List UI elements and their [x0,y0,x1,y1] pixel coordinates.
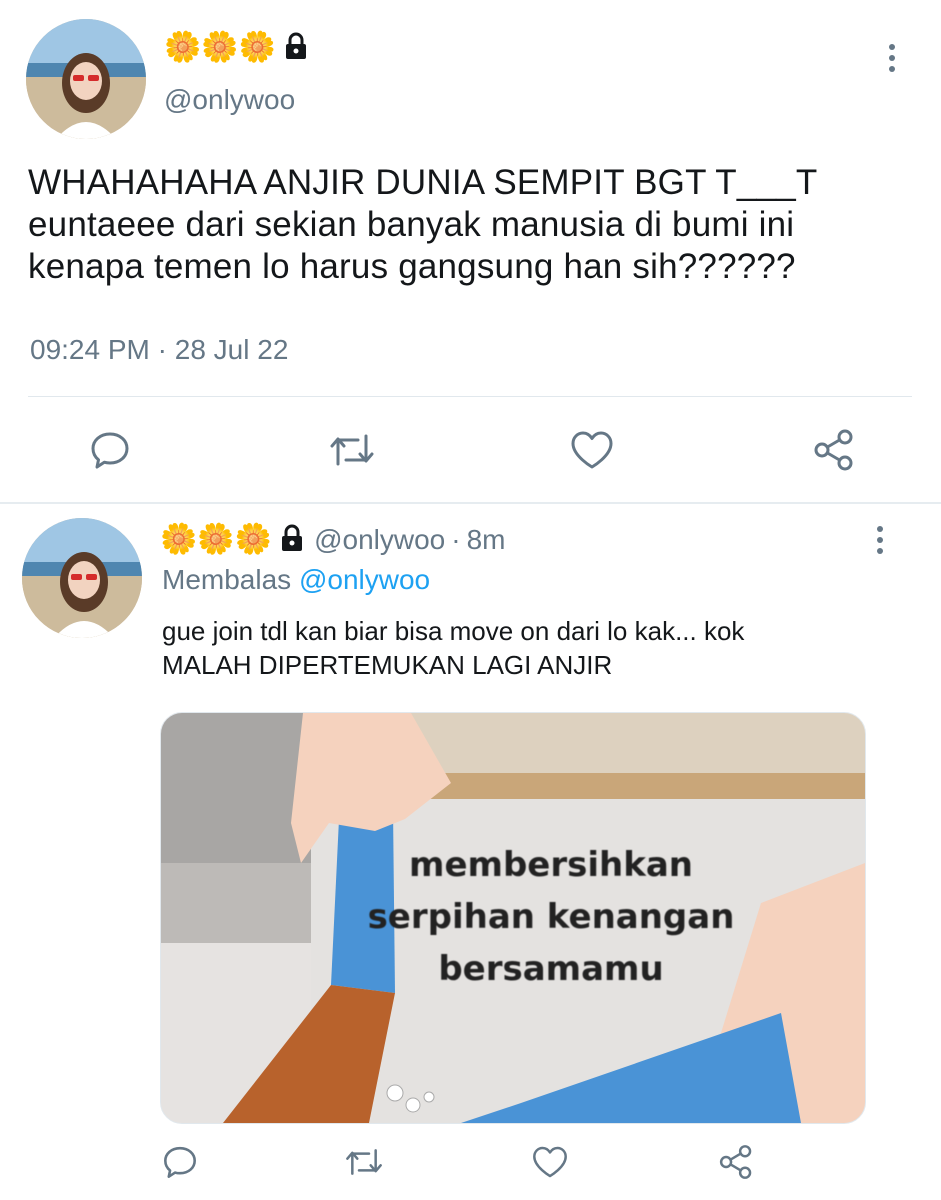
reply-header: 🌼 🌼 🌼 @onlywoo · 8m [160,522,505,558]
tweet-timestamp[interactable]: 09:24 PM · 28 Jul 22 [30,334,288,366]
flower-emoji: 🌼 [234,523,273,556]
retweet-button[interactable] [338,1136,390,1188]
heart-icon [533,1146,567,1178]
tweet-date: 28 Jul 22 [174,334,289,365]
more-vertical-icon[interactable] [874,526,886,554]
retweet-icon [346,1149,382,1175]
flower-emoji: 🌼 [164,31,202,64]
like-button[interactable] [566,424,618,476]
comment-icon [91,432,129,469]
meta-separator: · [157,334,167,365]
flower-emoji: 🌼 [201,31,239,64]
tweet-text-line: kenapa temen lo harus gangsung han sih??… [28,247,796,286]
tweet-text: WHAHAHAHA ANJIR DUNIA SEMPIT BGT T___T e… [28,162,928,288]
tweet-text: gue join tdl kan biar bisa move on dari … [162,614,922,682]
meta-separator: · [451,524,461,555]
flower-emoji: 🌼 [160,523,198,556]
retweet-button[interactable] [326,424,378,476]
share-button[interactable] [808,424,860,476]
meme-caption: membersihkan serpihan kenangan bersamamu [361,839,741,995]
more-vertical-icon[interactable] [886,44,898,72]
tweet-text-line: WHAHAHAHA ANJIR DUNIA SEMPIT BGT T___T [28,163,818,202]
like-button[interactable] [524,1136,576,1188]
tweet-image[interactable]: membersihkan serpihan kenangan bersamamu [160,712,866,1124]
meme-caption-line: membersihkan [409,845,693,885]
display-name[interactable]: 🌼 🌼 🌼 [164,30,308,66]
divider [0,502,941,504]
user-handle[interactable]: @onlywoo [314,524,445,556]
share-icon [814,429,853,471]
reply-button[interactable] [154,1136,206,1188]
lock-icon [284,32,308,65]
tweet-text-line: MALAH DIPERTEMUKAN LAGI ANJIR [162,650,613,680]
comment-icon [164,1146,196,1178]
flower-emoji: 🌼 [238,31,277,64]
lock-icon [280,524,304,557]
avatar[interactable] [26,19,146,139]
tweet-age: 8m [466,524,506,555]
reply-button[interactable] [84,424,136,476]
share-icon [719,1145,752,1179]
share-button[interactable] [710,1136,762,1188]
avatar[interactable] [22,518,142,638]
tweet-text-line: euntaeee dari sekian banyak manusia di b… [28,205,795,244]
retweet-icon [330,434,374,466]
flower-emoji: 🌼 [197,523,235,556]
tweet-time: 09:24 PM [30,334,150,365]
heart-icon [571,431,613,469]
replying-to-handle[interactable]: @onlywoo [299,564,430,595]
user-handle[interactable]: @onlywoo [164,84,295,116]
divider [28,396,912,397]
meme-caption-line: bersamamu [438,949,664,989]
meme-caption-line: serpihan kenangan [367,897,735,937]
replying-to: Membalas @onlywoo [162,564,430,596]
tweet-text-line: gue join tdl kan biar bisa move on dari … [162,616,745,646]
replying-label: Membalas [162,564,292,595]
